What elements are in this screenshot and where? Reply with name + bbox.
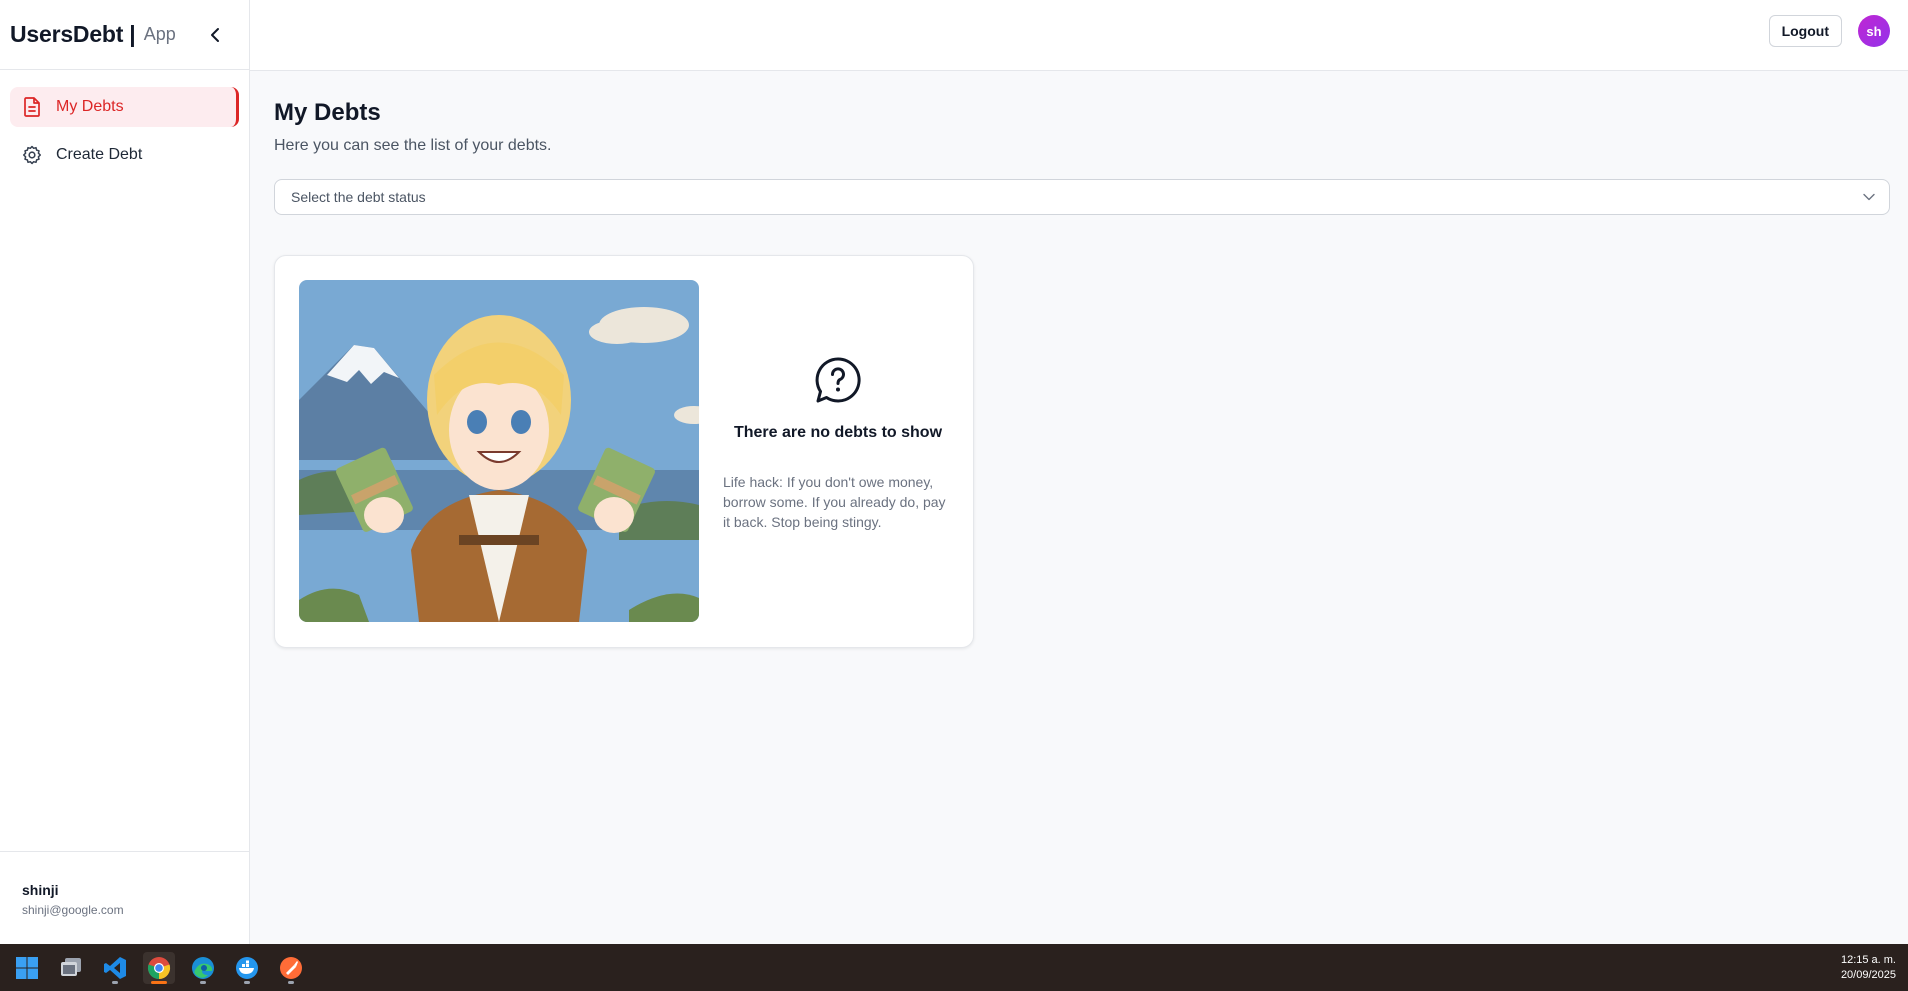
system-clock[interactable]: 12:15 a. m. 20/09/2025	[1841, 953, 1896, 983]
empty-state-title: There are no debts to show	[733, 424, 943, 441]
sidebar: UsersDebt | App My Debts Create Debt shi…	[0, 0, 250, 944]
empty-state-text: Life hack: If you don't owe money, borro…	[723, 474, 946, 530]
brand-separator: |	[129, 21, 136, 47]
user-name: shinji	[22, 882, 59, 898]
docker-icon[interactable]	[231, 952, 263, 984]
page-subtitle: Here you can see the list of your debts.	[274, 137, 552, 154]
page-title: My Debts	[274, 99, 381, 126]
sidebar-item-label: Create Debt	[56, 146, 143, 163]
os-taskbar: 12:15 a. m. 20/09/2025	[0, 944, 1908, 991]
question-bubble-icon	[815, 357, 861, 403]
file-explorer-icon[interactable]	[55, 952, 87, 984]
document-icon	[22, 97, 42, 117]
main-content: My Debts Here you can see the list of yo…	[274, 71, 1890, 648]
chrome-icon[interactable]	[143, 952, 175, 984]
brand-name: UsersDebt	[10, 21, 124, 47]
logout-button[interactable]: Logout	[1768, 15, 1842, 47]
sidebar-item-create-debt[interactable]: Create Debt	[10, 135, 239, 175]
vscode-icon[interactable]	[99, 952, 131, 984]
postman-icon[interactable]	[275, 952, 307, 984]
chevron-down-icon	[1863, 193, 1875, 201]
windows-start-icon[interactable]	[11, 952, 43, 984]
collapse-sidebar-button[interactable]	[204, 22, 226, 48]
topbar: Logout sh	[250, 0, 1908, 71]
user-email: shinji@google.com	[22, 903, 124, 917]
avatar[interactable]: sh	[1858, 15, 1890, 47]
user-profile: shinji shinji@google.com	[0, 851, 249, 944]
empty-state: There are no debts to show Life hack: If…	[723, 356, 953, 532]
chevron-left-icon	[211, 28, 219, 42]
sidebar-nav: My Debts Create Debt	[0, 70, 249, 175]
brand-subtitle: App	[143, 24, 176, 44]
empty-state-card: There are no debts to show Life hack: If…	[274, 255, 974, 648]
empty-state-illustration	[299, 280, 699, 622]
debt-status-select[interactable]: Select the debt status	[274, 179, 1890, 215]
clock-time: 12:15 a. m.	[1840, 954, 1896, 966]
edge-icon[interactable]	[187, 952, 219, 984]
gear-icon	[22, 145, 42, 165]
sidebar-item-my-debts[interactable]: My Debts	[10, 87, 239, 127]
clock-date: 20/09/2025	[1840, 969, 1896, 981]
select-placeholder: Select the debt status	[291, 189, 426, 205]
sidebar-item-label: My Debts	[56, 98, 124, 115]
